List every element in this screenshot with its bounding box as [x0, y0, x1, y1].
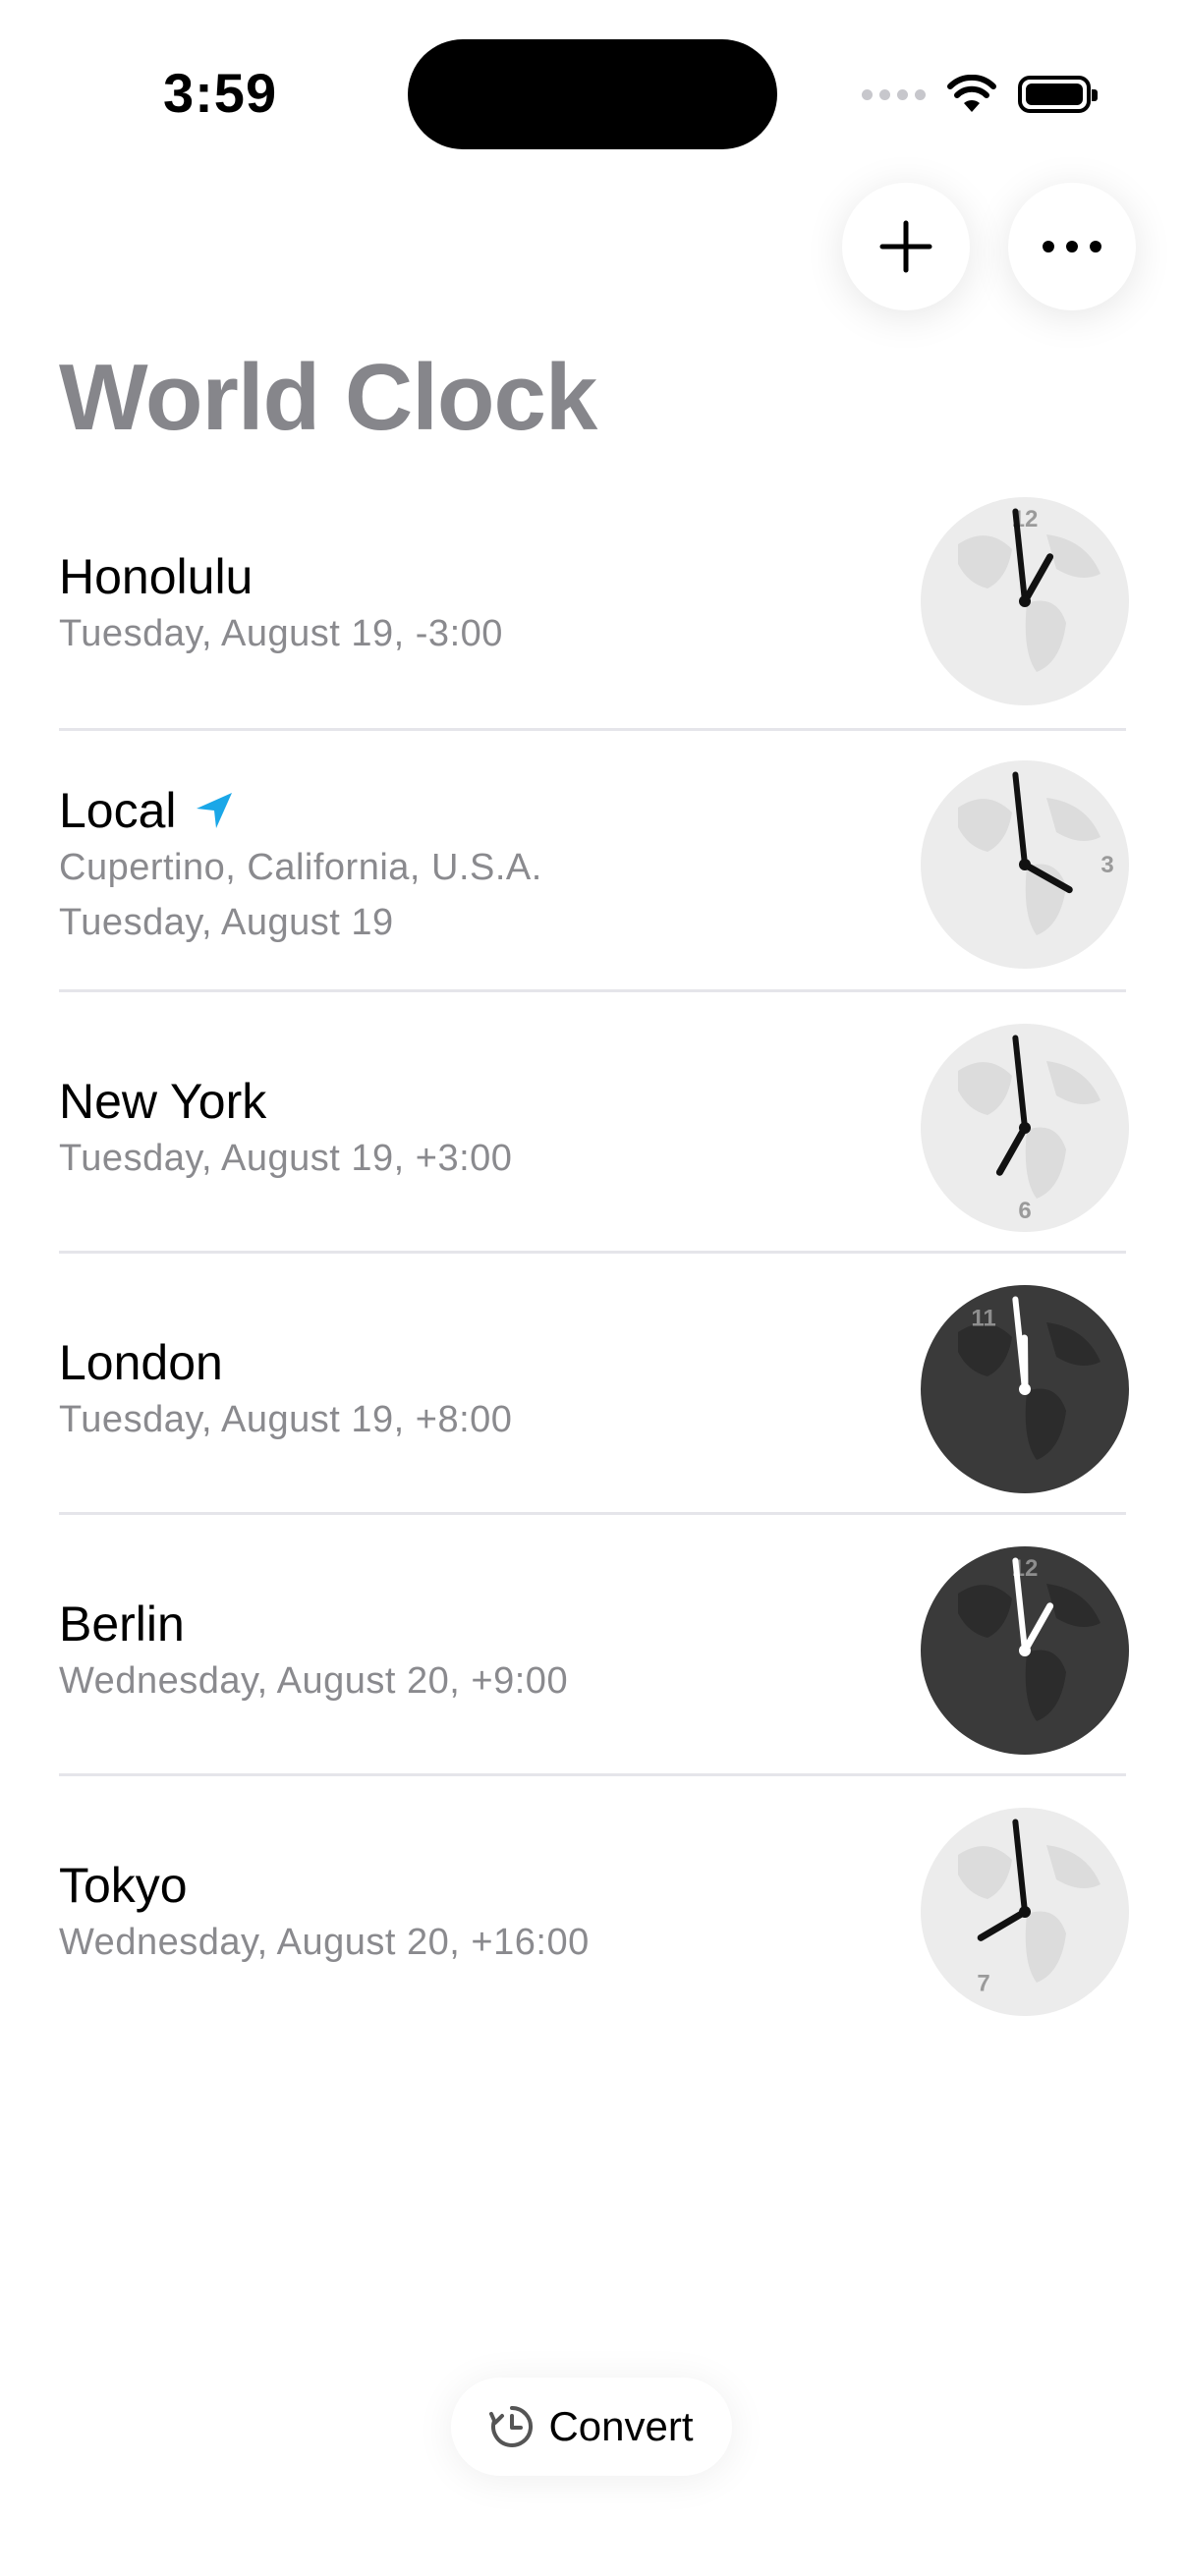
wifi-icon — [947, 75, 996, 112]
clock-row-new-york[interactable]: New York Tuesday, August 19, +3:00 6 — [59, 992, 1129, 1254]
analog-clock: 11 — [921, 1285, 1129, 1493]
date-label: Tuesday, August 19 — [59, 902, 394, 943]
clock-pivot — [1019, 1122, 1031, 1134]
date-offset: Tuesday, August 19, +3:00 — [59, 1138, 513, 1179]
clock-pivot — [1019, 595, 1031, 607]
city-name: Tokyo — [59, 1858, 188, 1913]
date-offset: Wednesday, August 20, +16:00 — [59, 1922, 590, 1963]
location-arrow-icon — [196, 793, 232, 828]
city-name: London — [59, 1335, 223, 1390]
convert-button[interactable]: Convert — [451, 2378, 732, 2476]
status-time: 3:59 — [163, 62, 278, 124]
location-detail: Cupertino, California, U.S.A. — [59, 847, 542, 888]
clock-row-london[interactable]: London Tuesday, August 19, +8:00 11 — [59, 1254, 1129, 1515]
date-offset: Tuesday, August 19, +8:00 — [59, 1399, 513, 1440]
ellipsis-icon — [1043, 241, 1101, 252]
clock-pivot — [1019, 1645, 1031, 1656]
dial-number: 7 — [977, 1971, 989, 1997]
dial-number: 6 — [1018, 1198, 1031, 1224]
clock-row-local[interactable]: Local Cupertino, California, U.S.A. Tues… — [59, 731, 1129, 992]
dynamic-island — [408, 39, 777, 149]
clock-row-honolulu[interactable]: Honolulu Tuesday, August 19, -3:00 12 — [59, 470, 1129, 731]
clock-pivot — [1019, 1383, 1031, 1395]
dial-number: 11 — [971, 1305, 995, 1331]
analog-clock: 12 — [921, 497, 1129, 705]
date-offset: Tuesday, August 19, -3:00 — [59, 613, 503, 654]
city-name: New York — [59, 1074, 267, 1129]
clock-pivot — [1019, 859, 1031, 870]
analog-clock: 12 — [921, 1546, 1129, 1755]
add-button[interactable] — [842, 183, 970, 310]
city-name: Honolulu — [59, 549, 254, 604]
more-options-button[interactable] — [1008, 183, 1136, 310]
analog-clock: 3 — [921, 760, 1129, 969]
analog-clock: 7 — [921, 1808, 1129, 2016]
clock-pivot — [1019, 1906, 1031, 1918]
clock-row-tokyo[interactable]: Tokyo Wednesday, August 20, +16:00 7 — [59, 1776, 1129, 2038]
dial-number: 3 — [1100, 852, 1113, 878]
battery-icon — [1018, 76, 1098, 113]
clock-arrow-icon — [489, 2406, 534, 2447]
plus-icon — [879, 220, 932, 273]
page-title: World Clock — [59, 345, 597, 450]
status-icons — [862, 69, 1098, 120]
convert-label: Convert — [548, 2403, 694, 2449]
date-offset: Wednesday, August 20, +9:00 — [59, 1660, 569, 1702]
city-name: Berlin — [59, 1596, 185, 1652]
city-name: Local — [59, 783, 177, 838]
cellular-signal-icon — [862, 88, 926, 100]
clock-row-berlin[interactable]: Berlin Wednesday, August 20, +9:00 12 — [59, 1515, 1129, 1776]
analog-clock: 6 — [921, 1024, 1129, 1232]
